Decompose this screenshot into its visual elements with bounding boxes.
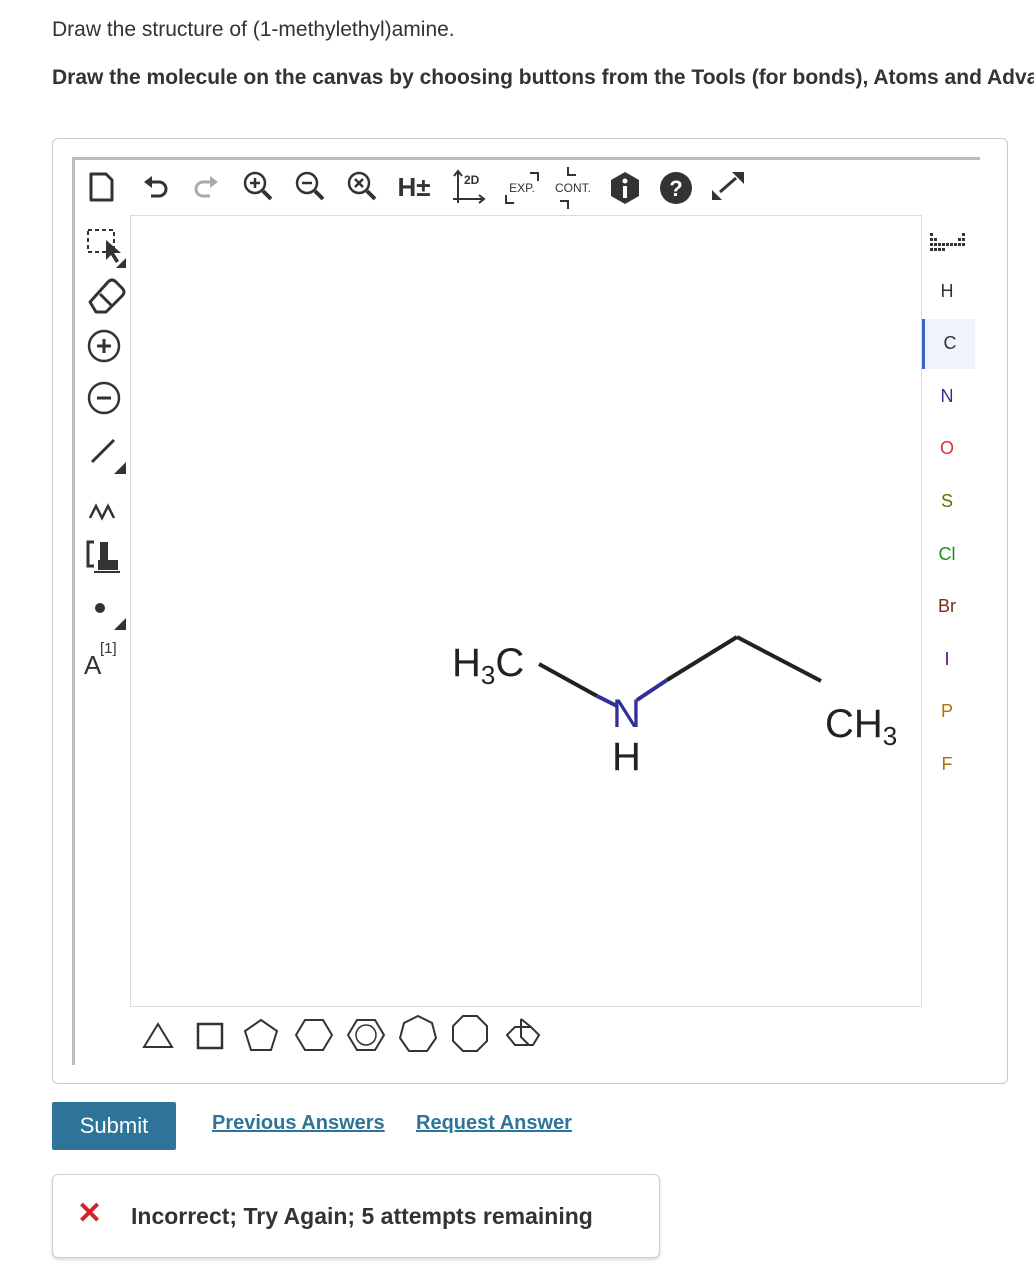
cyclohexane-template[interactable] — [292, 1014, 336, 1056]
atom-button-p[interactable]: P — [922, 687, 972, 737]
atom-button-cl[interactable]: Cl — [922, 529, 972, 579]
molecule-drawing: H3C N H CH3 — [452, 635, 897, 779]
bicyclic-template[interactable] — [500, 1012, 544, 1056]
cyclopropane-template[interactable] — [138, 1014, 178, 1056]
positive-charge-icon[interactable] — [84, 326, 124, 366]
charge-label-superscript: [1] — [100, 640, 117, 657]
hydrogen-toggle-button[interactable]: H± — [394, 170, 434, 204]
info-icon[interactable] — [608, 170, 642, 206]
expand-button[interactable]: EXP. — [500, 165, 544, 211]
bond-c1-n[interactable] — [538, 662, 598, 698]
bond-n-c2[interactable] — [665, 635, 739, 682]
layout-2d-button[interactable]: 2D — [450, 168, 488, 208]
atom-button-i[interactable]: I — [922, 634, 972, 684]
fullscreen-icon[interactable] — [708, 168, 748, 204]
undo-icon[interactable] — [138, 170, 172, 204]
chain-tool-icon[interactable] — [84, 488, 128, 528]
periodic-table-icon[interactable] — [926, 228, 970, 256]
cyclobutane-template[interactable] — [190, 1014, 230, 1056]
nitrogen-hydrogen[interactable]: H — [612, 735, 641, 779]
methyl-group-left[interactable]: H3C — [452, 641, 524, 690]
atom-button-h[interactable]: H — [922, 266, 972, 316]
x-icon: ✕ — [77, 1197, 103, 1230]
atom-button-c[interactable]: C — [922, 318, 975, 369]
question-instructions: Draw the molecule on the canvas by choos… — [52, 66, 1034, 89]
atom-button-s[interactable]: S — [922, 476, 972, 526]
cycloheptane-template[interactable] — [396, 1012, 440, 1056]
hydrogen-toggle-label: H± — [397, 171, 431, 202]
negative-charge-icon[interactable] — [84, 378, 124, 418]
atom-button-o[interactable]: O — [922, 424, 972, 474]
redo-icon[interactable] — [190, 170, 224, 204]
eraser-tool-icon[interactable] — [84, 272, 128, 316]
submit-button[interactable]: Submit — [52, 1102, 176, 1150]
svg-text:?: ? — [669, 176, 682, 201]
radical-tool-icon[interactable] — [86, 592, 130, 636]
zoom-out-icon[interactable] — [292, 168, 328, 204]
zoom-in-icon[interactable] — [240, 168, 276, 204]
cyclopentane-template[interactable] — [240, 1014, 282, 1056]
single-bond-tool-icon[interactable] — [84, 432, 128, 476]
template-tool-icon[interactable] — [84, 536, 124, 576]
benzene-template[interactable] — [344, 1014, 388, 1056]
feedback-box: ✕ Incorrect; Try Again; 5 attempts remai… — [52, 1174, 660, 1258]
drawing-canvas[interactable]: H3C N H CH3 — [130, 215, 922, 1007]
request-answer-link[interactable]: Request Answer — [416, 1112, 572, 1135]
atom-button-br[interactable]: Br — [922, 582, 972, 632]
previous-answers-link[interactable]: Previous Answers — [212, 1112, 385, 1135]
charge-label-letter: A — [84, 650, 102, 680]
feedback-message: Incorrect; Try Again; 5 attempts remaini… — [131, 1203, 593, 1229]
contract-button[interactable]: CONT. — [550, 165, 596, 211]
charge-label-tool[interactable]: A [1] — [82, 638, 130, 684]
methyl-group-right[interactable]: CH3 — [825, 702, 897, 751]
layout-2d-label: 2D — [464, 173, 480, 187]
atom-button-n[interactable]: N — [922, 371, 972, 421]
zoom-reset-icon[interactable] — [344, 168, 380, 204]
bond-c2-c3[interactable] — [736, 635, 822, 683]
atom-button-f[interactable]: F — [922, 739, 972, 789]
help-icon[interactable]: ? — [658, 170, 694, 206]
cyclooctane-template[interactable] — [448, 1012, 492, 1056]
clear-canvas-icon[interactable] — [86, 170, 116, 204]
nitrogen-atom[interactable]: N — [612, 692, 641, 736]
selection-tool-icon[interactable] — [84, 226, 128, 270]
question-prompt: Draw the structure of (1-methylethyl)ami… — [52, 18, 455, 41]
bond-n-c2-nseg — [635, 678, 669, 702]
